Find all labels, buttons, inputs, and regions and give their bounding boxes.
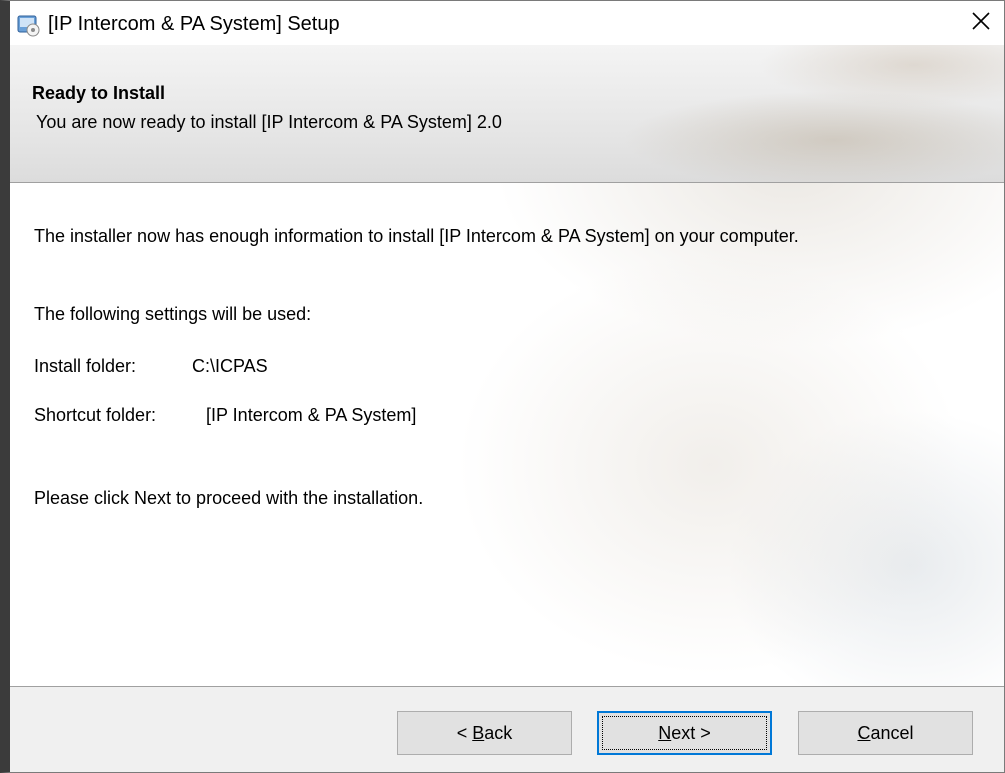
focus-rectangle	[602, 716, 767, 750]
window-title: [IP Intercom & PA System] Setup	[48, 13, 340, 35]
close-icon	[970, 10, 992, 37]
header-background-image	[534, 45, 1004, 182]
title-bar[interactable]: [IP Intercom & PA System] Setup	[10, 1, 1004, 45]
settings-heading: The following settings will be used:	[34, 304, 312, 324]
back-button-mnemonic: B	[472, 722, 485, 743]
next-button[interactable]: Next >	[597, 711, 772, 755]
close-button[interactable]	[958, 1, 1004, 45]
installer-app-icon	[16, 12, 42, 38]
shortcut-folder-value: [IP Intercom & PA System]	[206, 405, 417, 425]
page-subtitle: You are now ready to install [IP Interco…	[36, 112, 502, 132]
instruction-text: Please click Next to proceed with the in…	[34, 488, 424, 508]
intro-text: The installer now has enough information…	[34, 226, 799, 246]
back-button-prefix: <	[456, 722, 473, 743]
cancel-button-label: ancel	[870, 722, 914, 743]
wizard-content: Ready to Install You are now ready to in…	[10, 45, 1004, 772]
install-folder-value: C:\ICPAS	[192, 356, 268, 376]
back-button[interactable]: < Back	[397, 711, 572, 755]
shortcut-folder-label: Shortcut folder:	[34, 405, 157, 425]
button-bar: < Back Next > Cancel	[10, 686, 1004, 772]
setup-window: [IP Intercom & PA System] Setup Ready to…	[0, 0, 1005, 773]
wizard-header: Ready to Install You are now ready to in…	[10, 45, 1004, 183]
page-title: Ready to Install	[32, 83, 166, 103]
install-folder-label: Install folder:	[34, 356, 137, 376]
cancel-button-mnemonic: C	[857, 722, 871, 743]
back-button-label: ack	[484, 722, 513, 743]
cancel-button[interactable]: Cancel	[798, 711, 973, 755]
